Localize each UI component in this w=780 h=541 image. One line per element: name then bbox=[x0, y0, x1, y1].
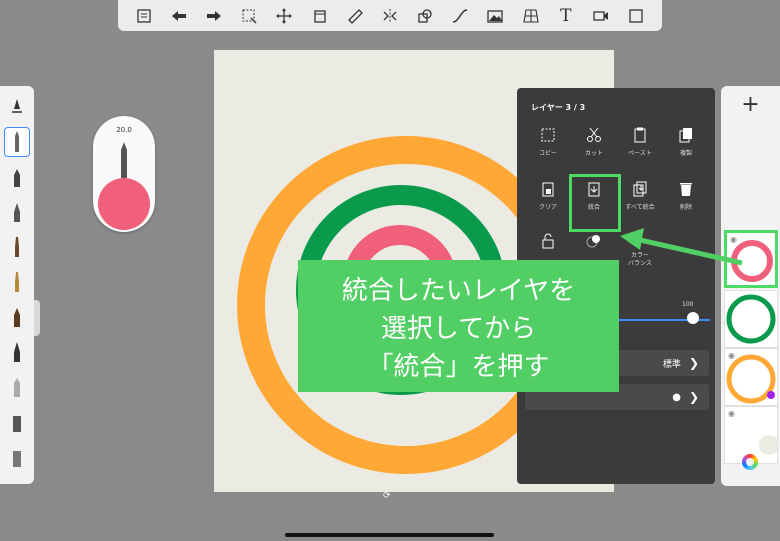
transform-icon[interactable] bbox=[273, 6, 295, 26]
cut-label: カット bbox=[584, 150, 603, 157]
layers-panel: + ◉ ◉ ◉ bbox=[721, 86, 780, 486]
duplicate-icon bbox=[679, 128, 692, 143]
list-icon[interactable] bbox=[133, 6, 155, 26]
copy-icon bbox=[541, 128, 555, 142]
duplicate-button[interactable]: 複製 bbox=[663, 124, 709, 170]
clear-button[interactable]: クリア bbox=[525, 178, 571, 224]
pencil-brush-icon[interactable] bbox=[4, 127, 30, 157]
perspective-icon[interactable] bbox=[520, 6, 542, 26]
brush-color-swatch[interactable] bbox=[98, 178, 150, 230]
layer-thumb-orange[interactable]: ◉ bbox=[724, 348, 778, 406]
undo-icon[interactable] bbox=[168, 6, 190, 26]
eye-icon[interactable]: ◉ bbox=[728, 409, 735, 418]
color-wheel-icon[interactable] bbox=[742, 454, 758, 470]
shapes-icon[interactable] bbox=[414, 6, 436, 26]
text-icon-glyph: T bbox=[560, 5, 572, 26]
merge-all-label: すべて統合 bbox=[625, 204, 655, 211]
alpha-icon bbox=[586, 235, 600, 248]
chevron-right-icon: ❯ bbox=[688, 356, 699, 370]
brush-nib-icon bbox=[121, 142, 127, 178]
lock-icon bbox=[542, 233, 554, 249]
marker-brush-icon[interactable] bbox=[4, 162, 30, 192]
trash-icon bbox=[680, 183, 692, 196]
redo-icon[interactable] bbox=[203, 6, 225, 26]
merge-all-button[interactable]: すべて統合 bbox=[617, 178, 663, 224]
eye-icon[interactable]: ◉ bbox=[728, 351, 735, 360]
callout-line-2: 選択してから bbox=[380, 314, 537, 344]
opacity-max-label: 100 bbox=[682, 301, 694, 308]
crop-icon[interactable] bbox=[309, 6, 331, 26]
duplicate-label: 複製 bbox=[679, 150, 692, 157]
pen-brush-icon[interactable] bbox=[4, 197, 30, 227]
scissors-icon bbox=[587, 127, 601, 142]
green-ring-thumb bbox=[726, 294, 776, 344]
paste-button[interactable]: ペースト bbox=[617, 124, 663, 170]
callout-line-3: 「統合」を押す bbox=[367, 352, 550, 382]
home-indicator bbox=[285, 533, 494, 537]
fountain-pen-icon[interactable] bbox=[4, 337, 30, 367]
dot-icon: ● bbox=[672, 391, 681, 403]
layer-thumb-green[interactable] bbox=[724, 290, 778, 348]
cut-button[interactable]: カット bbox=[571, 124, 617, 170]
video-icon[interactable] bbox=[590, 6, 612, 26]
clear-label: クリア bbox=[538, 204, 557, 211]
paste-icon bbox=[634, 127, 646, 143]
selection-icon[interactable] bbox=[238, 6, 260, 26]
brush-settings-icon[interactable] bbox=[4, 92, 30, 122]
brush-puck[interactable]: 20.0 bbox=[93, 116, 155, 232]
eraser-icon[interactable] bbox=[4, 372, 30, 402]
delete-label: 削除 bbox=[679, 204, 692, 211]
text-icon[interactable]: T bbox=[555, 6, 577, 26]
copy-button[interactable]: コピー bbox=[525, 124, 571, 170]
instruction-callout: 統合したいレイヤを 選択してから 「統合」を押す bbox=[298, 260, 619, 392]
palette-handle[interactable] bbox=[34, 300, 40, 336]
blur-brush-icon[interactable] bbox=[4, 442, 30, 472]
copy-label: コピー bbox=[538, 150, 557, 157]
merge-highlight-box bbox=[569, 174, 621, 232]
blend-mode-value: 標準 bbox=[662, 359, 681, 370]
rotate-icon[interactable]: ⟳ bbox=[383, 491, 393, 501]
clear-icon bbox=[542, 182, 554, 197]
eye-icon[interactable]: ◉ bbox=[730, 235, 737, 244]
paintbrush-icon[interactable] bbox=[4, 232, 30, 262]
chevron-right-icon: ❯ bbox=[688, 390, 699, 404]
brush-palette bbox=[0, 86, 34, 484]
ink-brush-icon[interactable] bbox=[4, 267, 30, 297]
airbrush-icon[interactable] bbox=[4, 302, 30, 332]
layer-menu-title: レイヤー 3 / 3 bbox=[531, 103, 586, 112]
curve-icon[interactable] bbox=[449, 6, 471, 26]
callout-line-1: 統合したいレイヤを bbox=[341, 276, 576, 306]
top-toolbar: T bbox=[118, 0, 662, 31]
delete-button[interactable]: 削除 bbox=[663, 178, 709, 224]
layer-thumb-pink[interactable]: ◉ bbox=[724, 230, 778, 288]
add-layer-button[interactable]: + bbox=[721, 92, 780, 117]
fullscreen-icon[interactable] bbox=[625, 6, 647, 26]
image-icon[interactable] bbox=[484, 6, 506, 26]
ruler-icon[interactable] bbox=[344, 6, 366, 26]
paste-label: ペースト bbox=[628, 150, 652, 157]
color-balance-label: カラー バランス bbox=[628, 252, 652, 267]
opacity-slider-thumb[interactable] bbox=[687, 312, 699, 324]
color-balance-button[interactable]: カラー バランス bbox=[617, 230, 663, 276]
brush-size-value: 20.0 bbox=[116, 126, 132, 134]
symmetry-icon[interactable] bbox=[379, 6, 401, 26]
merge-all-icon bbox=[633, 181, 647, 197]
smudge-icon[interactable] bbox=[4, 407, 30, 437]
